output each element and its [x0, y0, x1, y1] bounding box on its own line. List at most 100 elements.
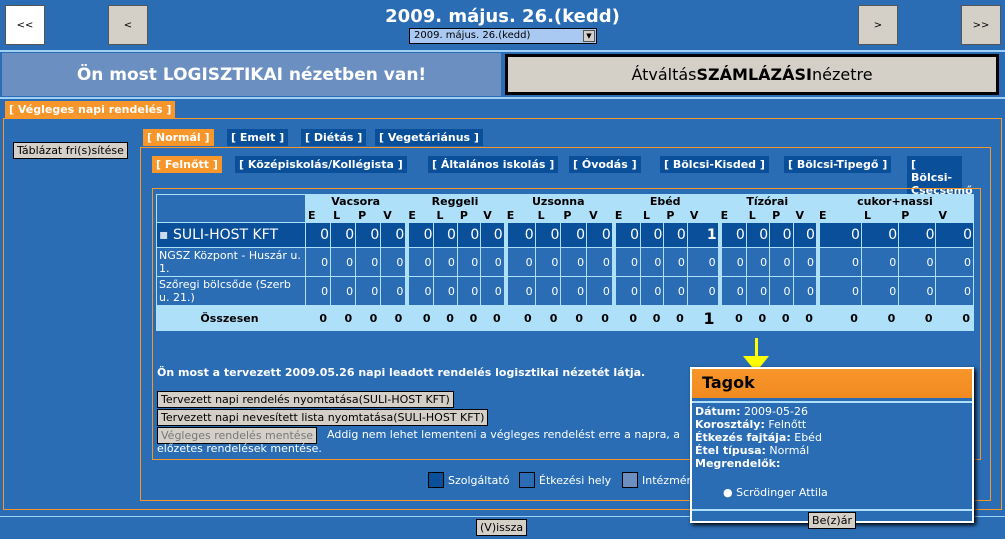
value-cell[interactable]: 0 — [561, 277, 587, 305]
value-cell[interactable]: 0 — [861, 223, 899, 247]
print-named-list-button[interactable]: Tervezett napi nevesített lista nyomtatá… — [157, 409, 489, 426]
value-cell[interactable]: 0 — [718, 223, 746, 247]
value-cell[interactable]: 0 — [746, 277, 770, 305]
value-cell[interactable]: 0 — [587, 248, 612, 276]
value-cell[interactable]: 0 — [356, 223, 381, 247]
value-cell[interactable]: 0 — [331, 277, 356, 305]
meal-header: Ebéd — [612, 195, 718, 208]
value-cell[interactable]: 0 — [457, 277, 481, 305]
value-cell[interactable]: 0 — [816, 248, 861, 276]
value-cell[interactable]: 0 — [481, 248, 504, 276]
popup-age: Felnőtt — [764, 418, 807, 431]
tab-age-0[interactable]: [ Felnőtt ] — [152, 156, 222, 173]
value-cell[interactable]: 0 — [612, 248, 641, 276]
value-cell[interactable]: 0 — [481, 223, 504, 247]
value-cell[interactable]: 0 — [641, 277, 664, 305]
value-cell[interactable]: 0 — [861, 248, 899, 276]
value-cell[interactable]: 0 — [793, 223, 816, 247]
close-popup-button[interactable]: Be(z)ár — [808, 512, 856, 529]
value-cell[interactable]: 0 — [612, 277, 641, 305]
total-cell: 0 — [356, 306, 381, 330]
value-cell[interactable]: 0 — [746, 223, 770, 247]
value-cell[interactable]: 0 — [306, 277, 331, 305]
value-cell[interactable]: 0 — [587, 277, 612, 305]
value-cell[interactable]: 0 — [406, 248, 434, 276]
value-cell[interactable]: 0 — [612, 223, 641, 247]
value-cell[interactable]: 0 — [535, 223, 561, 247]
value-cell[interactable]: 0 — [381, 223, 406, 247]
tab-type-2[interactable]: [ Diétás ] — [301, 129, 367, 146]
value-cell[interactable]: 0 — [664, 248, 687, 276]
value-cell[interactable]: 0 — [356, 248, 381, 276]
value-cell[interactable]: 0 — [770, 277, 793, 305]
value-cell[interactable]: 0 — [641, 223, 664, 247]
value-cell[interactable]: 0 — [561, 248, 587, 276]
value-cell[interactable]: 0 — [331, 223, 356, 247]
row-label: ▪ SULI-HOST KFT — [157, 223, 305, 247]
tab-type-3[interactable]: [ Vegetáriánus ] — [375, 129, 483, 146]
value-cell[interactable]: 0 — [331, 248, 356, 276]
value-cell[interactable]: 0 — [899, 277, 936, 305]
value-cell[interactable]: 0 — [816, 277, 861, 305]
value-cell[interactable]: 0 — [504, 277, 535, 305]
value-cell[interactable]: 0 — [899, 248, 936, 276]
value-cell[interactable]: 0 — [793, 248, 816, 276]
total-cell: 0 — [770, 306, 793, 330]
value-cell[interactable]: 0 — [718, 277, 746, 305]
value-cell[interactable]: 0 — [770, 248, 793, 276]
sub-header: P — [770, 209, 793, 222]
value-cell[interactable]: 0 — [434, 248, 457, 276]
value-cell[interactable]: 0 — [381, 277, 406, 305]
value-cell[interactable]: 0 — [406, 277, 434, 305]
value-cell[interactable]: 0 — [561, 223, 587, 247]
value-cell[interactable]: 0 — [481, 277, 504, 305]
value-cell[interactable]: 0 — [306, 248, 331, 276]
tab-age-3[interactable]: [ Óvodás ] — [569, 156, 641, 173]
value-cell[interactable]: 0 — [306, 223, 331, 247]
value-cell[interactable]: 0 — [504, 248, 535, 276]
tab-age-4[interactable]: [ Bölcsi-Kisded ] — [660, 156, 769, 173]
tab-type-0[interactable]: [ Normál ] — [143, 129, 214, 146]
tab-age-5[interactable]: [ Bölcsi-Tipegő ] — [784, 156, 892, 173]
value-cell[interactable]: 0 — [687, 277, 718, 305]
value-cell[interactable]: 0 — [406, 223, 434, 247]
date-select[interactable]: 2009. május. 26.(kedd) ▼ — [409, 28, 597, 44]
value-cell[interactable]: 0 — [356, 277, 381, 305]
value-cell[interactable]: 0 — [899, 223, 936, 247]
value-cell[interactable]: 0 — [457, 223, 481, 247]
tab-age-2[interactable]: [ Általános iskolás ] — [428, 156, 559, 173]
switch-view-button[interactable]: Átváltás SZÁMLÁZÁSI nézetre — [505, 54, 999, 95]
value-cell[interactable]: 0 — [535, 248, 561, 276]
value-cell[interactable]: 0 — [770, 223, 793, 247]
value-cell[interactable]: 0 — [718, 248, 746, 276]
value-cell[interactable]: 0 — [457, 248, 481, 276]
next-button[interactable]: > — [858, 5, 898, 45]
value-cell[interactable]: 0 — [793, 277, 816, 305]
value-cell[interactable]: 0 — [381, 248, 406, 276]
value-cell[interactable]: 0 — [664, 223, 687, 247]
value-cell[interactable]: 0 — [746, 248, 770, 276]
value-cell[interactable]: 0 — [936, 223, 973, 247]
legend-label: Szolgáltató — [448, 474, 510, 487]
value-cell[interactable]: 0 — [504, 223, 535, 247]
value-cell[interactable]: 0 — [535, 277, 561, 305]
value-cell[interactable]: 1 — [687, 223, 718, 247]
refresh-button[interactable]: Táblázat fri(s)sítése — [13, 142, 128, 159]
value-cell[interactable]: 0 — [434, 223, 457, 247]
tab-age-1[interactable]: [ Középiskolás/Kollégista ] — [235, 156, 407, 173]
value-cell[interactable]: 0 — [816, 223, 861, 247]
value-cell[interactable]: 0 — [587, 223, 612, 247]
value-cell[interactable]: 0 — [434, 277, 457, 305]
tab-final-order[interactable]: [ Végleges napi rendelés ] — [5, 101, 176, 118]
value-cell[interactable]: 0 — [936, 277, 973, 305]
value-cell[interactable]: 0 — [861, 277, 899, 305]
total-cell: 0 — [793, 306, 816, 330]
value-cell[interactable]: 0 — [687, 248, 718, 276]
tab-type-1[interactable]: [ Emelt ] — [227, 129, 289, 146]
back-button[interactable]: (V)issza — [476, 519, 528, 536]
print-order-button[interactable]: Tervezett napi rendelés nyomtatása(SULI-… — [157, 391, 454, 408]
value-cell[interactable]: 0 — [936, 248, 973, 276]
value-cell[interactable]: 0 — [641, 248, 664, 276]
value-cell[interactable]: 0 — [664, 277, 687, 305]
last-button[interactable]: >> — [961, 5, 1001, 45]
